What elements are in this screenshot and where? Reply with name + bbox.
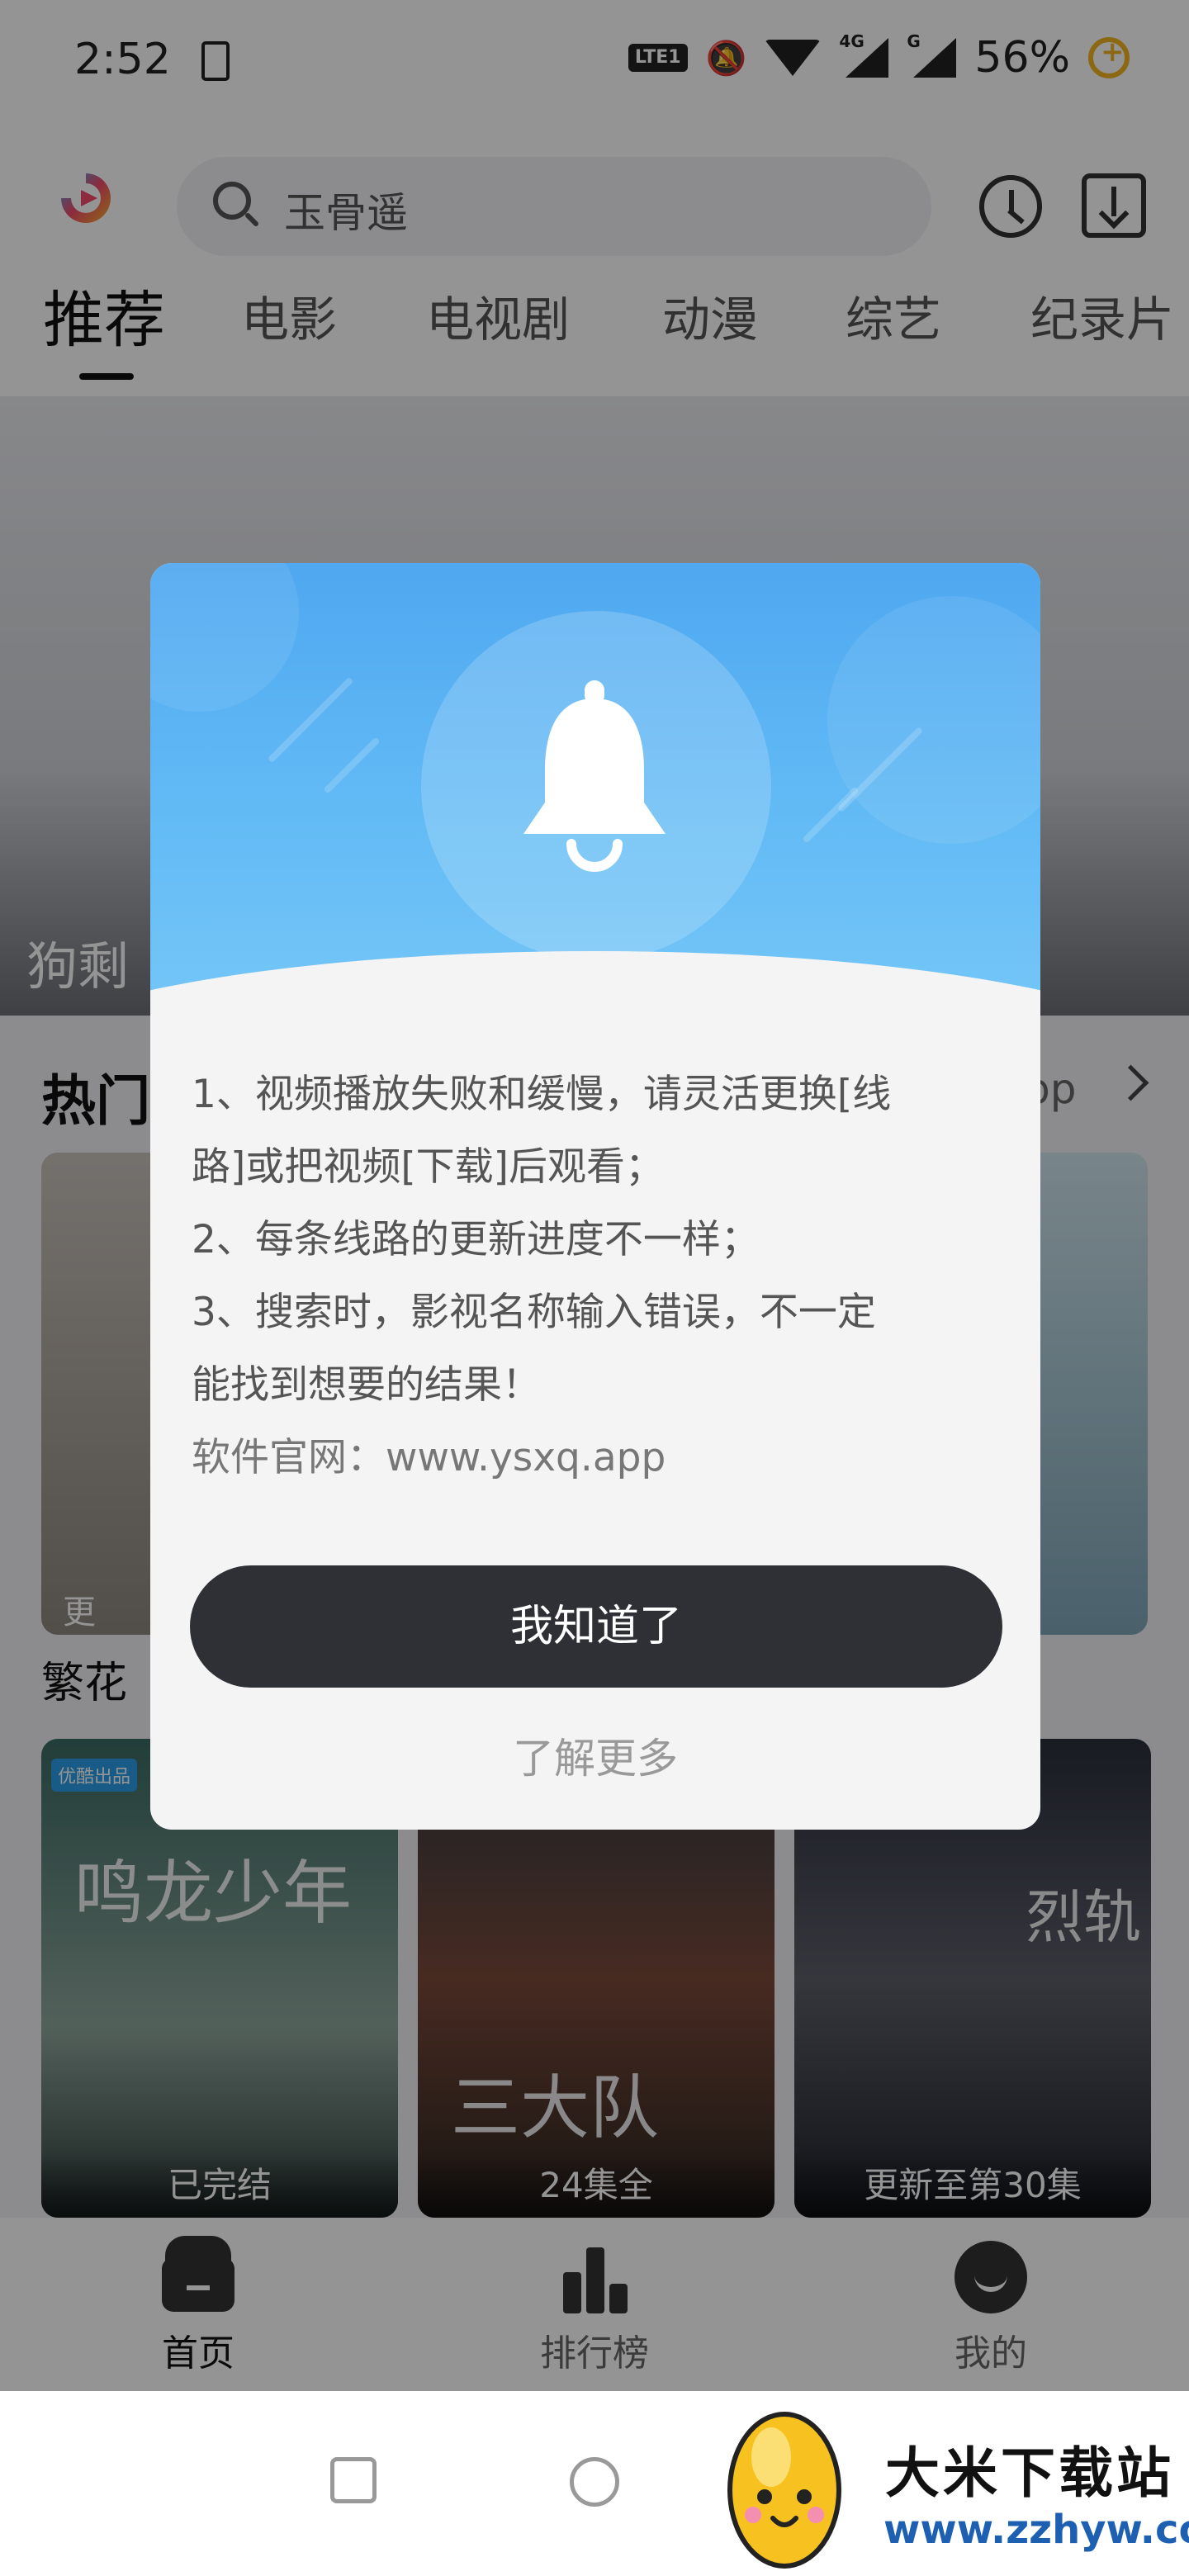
mascot-logo-icon <box>727 2412 841 2569</box>
watermark: 大米下载站 www.zzhyw.com <box>707 2394 1189 2576</box>
bell-icon <box>523 680 666 872</box>
got-it-button[interactable]: 我知道了 <box>190 1565 1002 1688</box>
notice-line: 2、每条线路的更新进度不一样； <box>192 1217 760 1262</box>
notice-line: 能找到想要的结果！ <box>192 1362 541 1408</box>
watermark-title: 大米下载站 <box>885 2441 1174 2505</box>
recent-apps-icon[interactable] <box>330 2457 377 2503</box>
dialog-header <box>150 563 1040 1199</box>
watermark-url: www.zzhyw.com <box>883 2507 1189 2553</box>
notice-line: 3、搜索时，影视名称输入错误，不一定 <box>192 1290 876 1335</box>
app-screen: 2:52 LTE1 🔕 4G G 56% 玉骨遥 推荐 电影 电视剧 动漫 综艺… <box>0 0 1189 2391</box>
notice-dialog: 1、视频播放失败和缓慢，请灵活更换[线 路]或把视频[下载]后观看； 2、每条线… <box>150 563 1040 1830</box>
notice-line: 路]或把视频[下载]后观看； <box>192 1144 665 1190</box>
learn-more-link[interactable]: 了解更多 <box>150 1726 1040 1785</box>
notice-line: 1、视频播放失败和缓慢，请灵活更换[线 <box>192 1072 892 1117</box>
official-site-text: 软件官网：www.ysxq.app <box>192 1435 666 1480</box>
system-home-icon[interactable] <box>570 2457 619 2507</box>
dialog-body: 1、视频播放失败和缓慢，请灵活更换[线 路]或把视频[下载]后观看； 2、每条线… <box>192 1058 1009 1494</box>
